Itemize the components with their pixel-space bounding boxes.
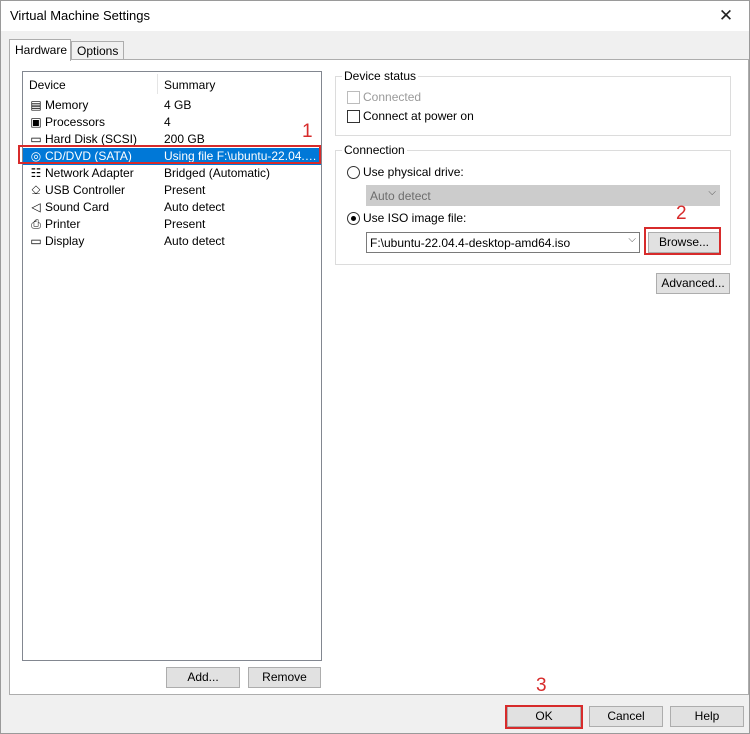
device-name: Sound Card — [45, 200, 110, 214]
device-summary: Bridged (Automatic) — [164, 166, 271, 180]
connect-at-power-on-label: Connect at power on — [363, 109, 474, 123]
hard-disk-icon: ▭ — [30, 132, 42, 146]
annotation-number-1: 1 — [302, 121, 313, 142]
device-row-hard-disk[interactable]: ▭ Hard Disk (SCSI) 200 GB — [23, 131, 321, 148]
iso-path-value: F:\ubuntu-22.04.4-desktop-amd64.iso — [370, 236, 571, 250]
cancel-button[interactable]: Cancel — [589, 706, 663, 727]
column-header-device[interactable]: Device — [29, 78, 66, 92]
chevron-down-icon[interactable]: ⌵ — [628, 234, 636, 245]
connected-label: Connected — [363, 90, 422, 104]
usb-icon: ⎐ — [31, 183, 41, 197]
iso-path-combobox[interactable]: F:\ubuntu-22.04.4-desktop-amd64.iso ⌵ — [366, 232, 640, 253]
title-bar: Virtual Machine Settings ✕ — [1, 1, 749, 31]
memory-icon: ▤ — [30, 98, 42, 112]
device-summary: Present — [164, 183, 206, 197]
device-name: Display — [45, 234, 85, 248]
close-button[interactable]: ✕ — [703, 1, 749, 31]
virtual-machine-settings-window: Virtual Machine Settings ✕ Hardware Opti… — [0, 0, 750, 734]
use-physical-drive-radio[interactable] — [347, 166, 360, 179]
window-title: Virtual Machine Settings — [10, 8, 150, 23]
device-row-cd-dvd[interactable]: ◎ CD/DVD (SATA) Using file F:\ubuntu-22.… — [23, 148, 321, 165]
device-status-group: Device status Connected Connect at power… — [335, 69, 731, 136]
connection-group: Connection Use physical drive: Auto dete… — [335, 143, 731, 265]
sound-card-icon: ◁ — [31, 200, 41, 214]
device-list-header: Device Summary — [23, 72, 321, 96]
device-row-usb-controller[interactable]: ⎐ USB Controller Present — [23, 182, 321, 199]
device-summary: Auto detect — [164, 234, 225, 248]
use-physical-drive-label: Use physical drive: — [363, 165, 464, 179]
device-row-memory[interactable]: ▤ Memory 4 GB — [23, 97, 321, 114]
annotation-number-2: 2 — [676, 203, 687, 224]
column-header-summary[interactable]: Summary — [164, 78, 215, 92]
device-name: Network Adapter — [45, 166, 134, 180]
annotation-number-3: 3 — [536, 675, 547, 696]
device-list[interactable]: Device Summary ▤ Memory 4 GB ▣ Processor… — [22, 71, 322, 661]
physical-drive-value: Auto detect — [370, 189, 431, 203]
network-adapter-icon: ☷ — [30, 166, 42, 180]
help-button[interactable]: Help — [670, 706, 744, 727]
device-row-sound-card[interactable]: ◁ Sound Card Auto detect — [23, 199, 321, 216]
advanced-button[interactable]: Advanced... — [656, 273, 730, 294]
browse-button[interactable]: Browse... — [648, 232, 720, 253]
physical-drive-select[interactable]: Auto detect ⌵ — [366, 185, 720, 206]
use-iso-image-label: Use ISO image file: — [363, 211, 467, 225]
close-icon: ✕ — [718, 6, 734, 25]
device-summary: 200 GB — [164, 132, 205, 146]
connect-at-power-on-checkbox[interactable] — [347, 110, 360, 123]
device-name: USB Controller — [45, 183, 126, 197]
device-name: Processors — [45, 115, 106, 129]
processor-icon: ▣ — [30, 115, 42, 129]
use-iso-image-radio[interactable] — [347, 212, 360, 225]
device-summary: Present — [164, 217, 206, 231]
radio-selected-dot — [351, 216, 356, 221]
cd-dvd-icon: ◎ — [30, 149, 42, 163]
printer-icon: ⎙ — [31, 217, 41, 231]
chevron-down-icon: ⌵ — [708, 187, 716, 198]
device-name: Memory — [45, 98, 89, 112]
device-row-display[interactable]: ▭ Display Auto detect — [23, 233, 321, 250]
device-summary: 4 — [164, 115, 171, 129]
device-row-printer[interactable]: ⎙ Printer Present — [23, 216, 321, 233]
add-device-button[interactable]: Add... — [166, 667, 240, 688]
device-summary: Using file F:\ubuntu-22.04.4-desktop-amd… — [164, 149, 318, 163]
device-name: Printer — [45, 217, 81, 231]
device-status-title: Device status — [342, 69, 419, 83]
hardware-panel: Device Summary ▤ Memory 4 GB ▣ Processor… — [9, 59, 749, 695]
device-row-processors[interactable]: ▣ Processors 4 — [23, 114, 321, 131]
device-row-network-adapter[interactable]: ☷ Network Adapter Bridged (Automatic) — [23, 165, 321, 182]
remove-device-button[interactable]: Remove — [248, 667, 321, 688]
device-summary: 4 GB — [164, 98, 192, 112]
device-name: Hard Disk (SCSI) — [45, 132, 138, 146]
tab-hardware[interactable]: Hardware — [9, 39, 71, 61]
device-summary: Auto detect — [164, 200, 225, 214]
connection-title: Connection — [342, 143, 407, 157]
device-name: CD/DVD (SATA) — [45, 149, 132, 163]
connected-checkbox[interactable] — [347, 91, 360, 104]
display-icon: ▭ — [30, 234, 42, 248]
column-separator[interactable] — [157, 74, 158, 94]
ok-button[interactable]: OK — [507, 706, 581, 727]
tab-options[interactable]: Options — [71, 41, 124, 60]
